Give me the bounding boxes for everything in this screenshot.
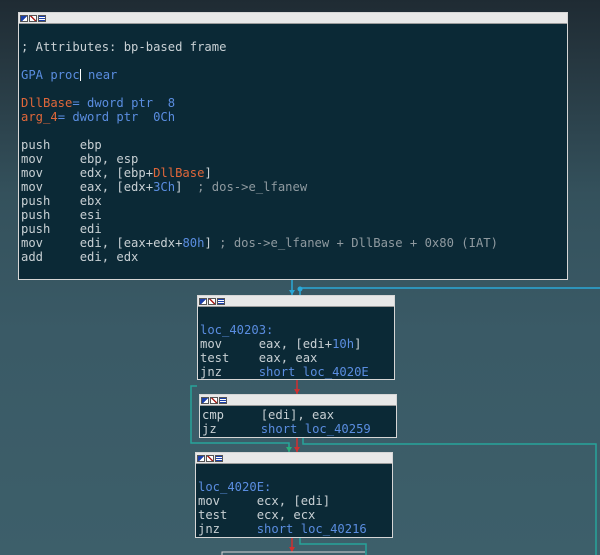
code-token: mov eax, [edi+ bbox=[200, 337, 333, 351]
code-token[interactable]: arg_4 bbox=[21, 110, 58, 124]
node-rename-icon[interactable] bbox=[29, 14, 37, 22]
node-rename-icon[interactable] bbox=[210, 396, 218, 404]
node-code: loc_40203: mov eax, [edi+10h] test eax, ea… bbox=[198, 307, 394, 379]
code-token[interactable]: DllBase bbox=[21, 96, 72, 110]
code-token: add edi, edx bbox=[21, 250, 139, 264]
node-color-icon[interactable] bbox=[20, 14, 28, 22]
code-token[interactable]: short loc_4020E bbox=[259, 365, 369, 379]
code-token: mov edi, [eax+edx+ bbox=[21, 236, 183, 250]
edge-loop-back bbox=[299, 287, 600, 295]
code-token: jnz bbox=[198, 522, 257, 536]
code-line[interactable]: push ebp bbox=[21, 138, 567, 152]
code-token: push ebx bbox=[21, 194, 102, 208]
code-line[interactable]: jnz short loc_40216 bbox=[198, 522, 392, 536]
code-line[interactable]: ; Attributes: bp-based frame bbox=[21, 40, 567, 54]
code-token: jz bbox=[202, 422, 261, 436]
code-token[interactable]: = dword ptr 8 bbox=[72, 96, 175, 110]
code-line[interactable]: jz short loc_40259 bbox=[202, 422, 396, 436]
node-collapse-icon[interactable] bbox=[217, 297, 225, 305]
code-token: mov ebp, esp bbox=[21, 152, 139, 166]
node-collapse-icon[interactable] bbox=[219, 396, 227, 404]
node-code: cmp [edi], eax jz short loc_40259 bbox=[200, 406, 396, 436]
code-token: ; dos->e_lfanew + DllBase + 0x80 (IAT) bbox=[219, 236, 498, 250]
code-line[interactable]: push ebx bbox=[21, 194, 567, 208]
node-rename-icon[interactable] bbox=[206, 454, 214, 462]
code-line[interactable]: loc_4020E: bbox=[198, 480, 392, 494]
node-code: ; Attributes: bp-based frame GPA proc nea… bbox=[19, 24, 567, 264]
code-line[interactable]: DllBase= dword ptr 8 bbox=[21, 96, 567, 110]
code-line[interactable]: push edi bbox=[21, 222, 567, 236]
code-token[interactable]: = dword ptr 0Ch bbox=[58, 110, 175, 124]
code-token: ] bbox=[354, 337, 362, 351]
code-token: ] bbox=[175, 180, 198, 194]
graph-node-loc_4020E[interactable]: loc_4020E: mov ecx, [edi] test ecx, ecx jnz… bbox=[195, 452, 393, 538]
code-token: test ecx, ecx bbox=[198, 508, 316, 522]
code-line[interactable]: jnz short loc_4020E bbox=[200, 365, 394, 379]
code-line[interactable]: GPA proc near bbox=[21, 68, 567, 82]
code-token: ] bbox=[204, 166, 212, 180]
code-token: ; dos->e_lfanew bbox=[197, 180, 308, 194]
code-token: push edi bbox=[21, 222, 102, 236]
edge-junction-dot bbox=[297, 286, 303, 292]
code-line[interactable]: cmp [edi], eax bbox=[202, 408, 396, 422]
code-token[interactable]: near bbox=[81, 68, 117, 82]
node-color-icon[interactable] bbox=[201, 396, 209, 404]
node-color-icon[interactable] bbox=[199, 297, 207, 305]
node-collapse-icon[interactable] bbox=[38, 14, 46, 22]
node-titlebar[interactable] bbox=[196, 453, 392, 464]
code-line[interactable]: push esi bbox=[21, 208, 567, 222]
code-token[interactable]: GPA proc bbox=[21, 68, 80, 82]
code-token[interactable]: 3Ch bbox=[153, 180, 175, 194]
code-token: ] bbox=[204, 236, 220, 250]
code-token[interactable]: loc_40203: bbox=[200, 323, 273, 337]
code-token: jnz bbox=[200, 365, 259, 379]
code-token: mov edx, [ebp+ bbox=[21, 166, 154, 180]
code-line[interactable]: mov eax, [edi+10h] bbox=[200, 337, 394, 351]
code-line[interactable]: arg_4= dword ptr 0Ch bbox=[21, 110, 567, 124]
code-line[interactable]: mov edx, [ebp+DllBase] bbox=[21, 166, 567, 180]
code-token: test eax, eax bbox=[200, 351, 318, 365]
node-color-icon[interactable] bbox=[197, 454, 205, 462]
code-token: push ebp bbox=[21, 138, 102, 152]
code-token: cmp [edi], eax bbox=[202, 408, 335, 422]
graph-node-entry[interactable]: ; Attributes: bp-based frame GPA proc nea… bbox=[18, 12, 568, 280]
node-titlebar[interactable] bbox=[19, 13, 567, 24]
node-code: loc_4020E: mov ecx, [edi] test ecx, ecx jnz… bbox=[196, 464, 392, 536]
code-token: mov ecx, [edi] bbox=[198, 494, 331, 508]
graph-node-loc_40203[interactable]: loc_40203: mov eax, [edi+10h] test eax, ea… bbox=[197, 295, 395, 380]
node-collapse-icon[interactable] bbox=[215, 454, 223, 462]
code-token: ; Attributes: bp-based frame bbox=[21, 40, 227, 54]
code-token[interactable]: short loc_40216 bbox=[257, 522, 367, 536]
code-line[interactable]: mov eax, [edx+3Ch] ; dos->e_lfanew bbox=[21, 180, 567, 194]
edge-arrow bbox=[289, 547, 295, 552]
graph-node-cmp[interactable]: cmp [edi], eax jz short loc_40259 bbox=[199, 394, 397, 438]
node-titlebar[interactable] bbox=[198, 296, 394, 307]
code-line[interactable]: test ecx, ecx bbox=[198, 508, 392, 522]
node-rename-icon[interactable] bbox=[208, 297, 216, 305]
code-line[interactable]: mov edi, [eax+edx+80h] ; dos->e_lfanew +… bbox=[21, 236, 567, 250]
node-titlebar[interactable] bbox=[200, 395, 396, 406]
code-token[interactable]: short loc_40259 bbox=[261, 422, 371, 436]
code-token: mov eax, [edx+ bbox=[21, 180, 154, 194]
code-line[interactable]: add edi, edx bbox=[21, 250, 567, 264]
code-line[interactable]: loc_40203: bbox=[200, 323, 394, 337]
code-token[interactable]: loc_4020E: bbox=[198, 480, 271, 494]
code-line[interactable]: test eax, eax bbox=[200, 351, 394, 365]
code-token[interactable]: DllBase bbox=[153, 166, 204, 180]
code-line[interactable]: mov ecx, [edi] bbox=[198, 494, 392, 508]
code-token[interactable]: 10h bbox=[332, 337, 354, 351]
code-token[interactable]: 80h bbox=[182, 236, 204, 250]
code-line[interactable]: mov ebp, esp bbox=[21, 152, 567, 166]
code-token: push esi bbox=[21, 208, 102, 222]
